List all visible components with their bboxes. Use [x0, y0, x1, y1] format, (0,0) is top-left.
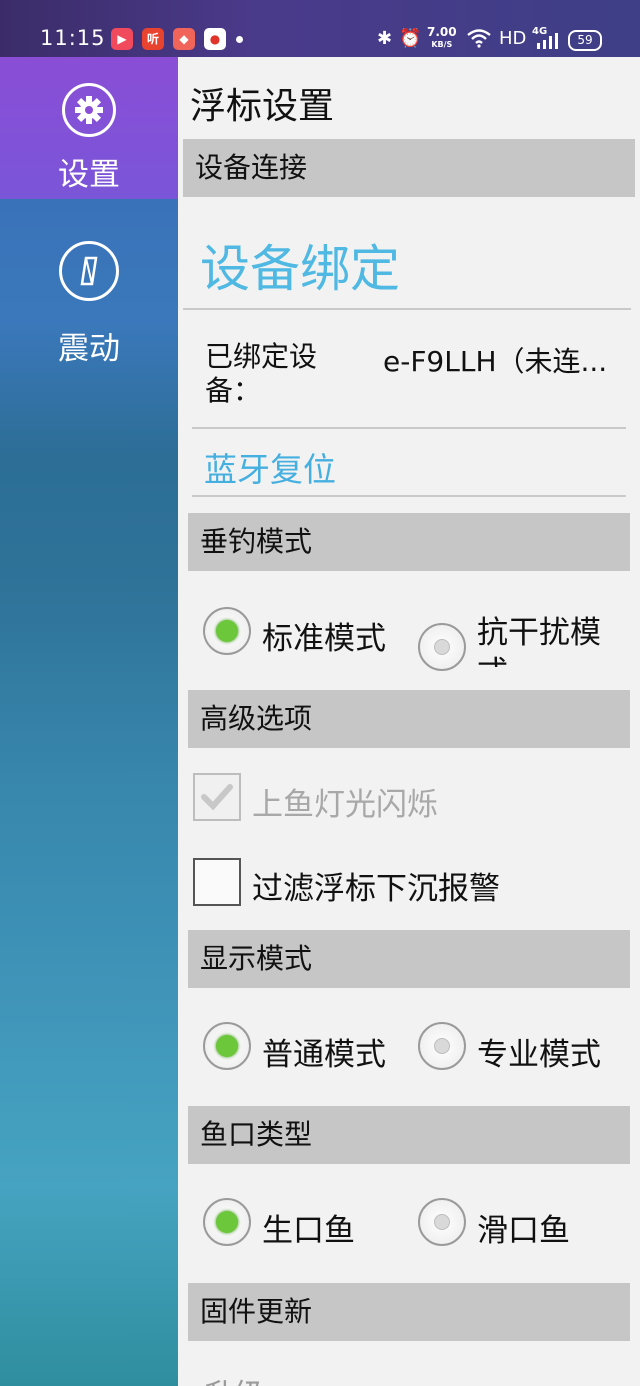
sidebar: 设置 震动 — [0, 57, 178, 1386]
radio-button[interactable] — [203, 1022, 251, 1070]
sidebar-item-label: 震动 — [58, 331, 120, 367]
checkbox[interactable] — [193, 858, 241, 906]
divider — [183, 308, 631, 310]
radio-label: 生口鱼 — [262, 1213, 355, 1249]
page-title: 浮标设置 — [190, 86, 335, 127]
compass-icon — [59, 241, 119, 301]
bound-device-label: 已绑定设 备： — [205, 340, 317, 408]
status-time: 11:15 — [40, 26, 106, 50]
section-header-fish-type: 鱼口类型 — [188, 1106, 630, 1164]
section-header-fishing-mode: 垂钓模式 — [188, 513, 630, 571]
bluetooth-reset-button[interactable]: 蓝牙复位 — [204, 443, 336, 491]
radio-button[interactable] — [418, 623, 466, 671]
sidebar-item-vibration[interactable]: 震动 — [0, 199, 178, 367]
bluetooth-icon: ✱ — [377, 28, 393, 49]
sidebar-item-label: 设置 — [58, 157, 120, 193]
notification-dot-icon — [236, 36, 243, 43]
alarm-icon: ⏰ — [399, 28, 422, 49]
check-icon — [201, 784, 233, 811]
firmware-upgrade-item[interactable]: 升级 — [204, 1370, 264, 1386]
video-app-icon: ▶ — [111, 28, 133, 50]
hd-label: HD — [499, 28, 527, 49]
section-header-advanced: 高级选项 — [188, 690, 630, 748]
divider — [192, 427, 626, 429]
checkbox[interactable] — [193, 773, 241, 821]
gear-icon — [62, 83, 116, 137]
checkbox-label: 过滤浮标下沉报警 — [252, 871, 500, 907]
checkbox-label: 上鱼灯光闪烁 — [252, 787, 438, 823]
red-app-icon: ● — [204, 28, 226, 50]
radio-button[interactable] — [203, 607, 251, 655]
device-bind-button[interactable]: 设备绑定 — [200, 229, 400, 301]
net-speed-value: 7.00 — [427, 25, 457, 39]
signal-icon — [535, 33, 559, 54]
radio-label: 滑口鱼 — [477, 1213, 570, 1249]
section-header-device: 设备连接 — [183, 139, 635, 197]
sidebar-item-settings[interactable]: 设置 — [0, 57, 178, 199]
section-header-firmware: 固件更新 — [188, 1283, 630, 1341]
wifi-icon — [466, 28, 492, 53]
radio-button[interactable] — [203, 1198, 251, 1246]
divider — [192, 495, 626, 497]
section-header-display-mode: 显示模式 — [188, 930, 630, 988]
radio-label: 普通模式 — [262, 1037, 386, 1073]
net-speed-unit: KB/S — [431, 40, 453, 49]
settings-panel: 浮标设置 设备连接 设备绑定 已绑定设 备： e-F9LLH（未连... 蓝牙复… — [178, 57, 640, 1386]
battery-indicator: 59 — [568, 30, 602, 51]
game-app-icon: ◆ — [173, 28, 195, 50]
bound-device-value: e-F9LLH（未连... — [383, 345, 608, 378]
radio-label: 专业模式 — [477, 1037, 601, 1073]
radio-button[interactable] — [418, 1022, 466, 1070]
bound-device-label-line1: 已绑定设 — [205, 340, 318, 373]
radio-label: 抗干扰模式 — [477, 615, 601, 667]
status-bar: 11:15 ▶ 听 ◆ ● ✱ ⏰ 7.00 KB/S HD 4G 59 — [0, 0, 640, 57]
radio-button[interactable] — [418, 1198, 466, 1246]
radio-label: 标准模式 — [262, 621, 386, 657]
bound-device-label-line2: 备： — [205, 374, 262, 407]
net-speed: 7.00 KB/S — [427, 25, 457, 50]
ting-app-icon: 听 — [142, 28, 164, 50]
